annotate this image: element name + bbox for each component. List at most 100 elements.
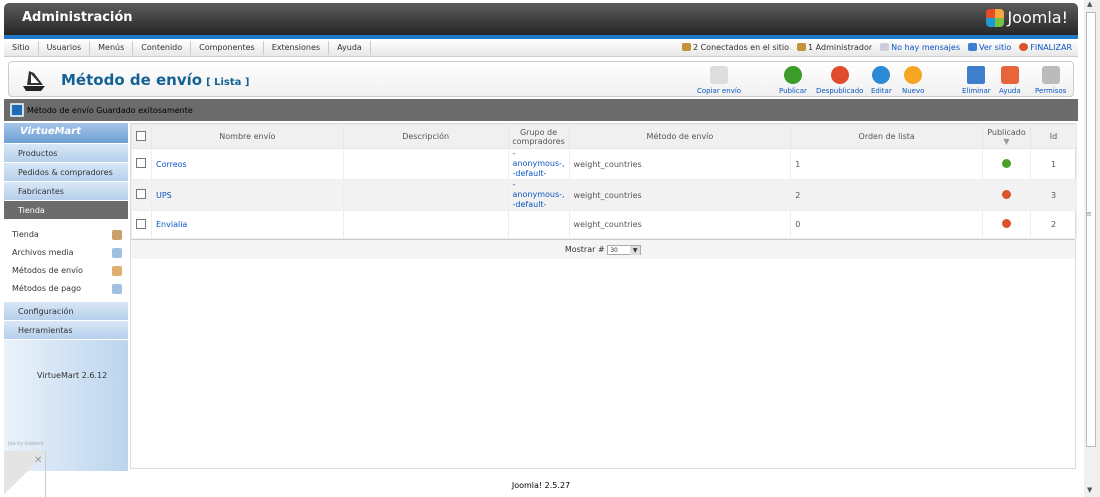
- page-subtitle: [ Lista ]: [206, 77, 250, 88]
- menu-menus[interactable]: Menús: [90, 40, 134, 55]
- edit-button[interactable]: Editar: [871, 66, 892, 95]
- close-icon[interactable]: ✕: [34, 455, 42, 466]
- sidebar-section-pedidos[interactable]: Pedidos & compradores: [4, 163, 128, 182]
- copy-button[interactable]: Copiar envío: [697, 66, 741, 95]
- col-description: Descripción: [342, 124, 509, 149]
- unpublish-button[interactable]: Despublicado: [816, 66, 863, 95]
- media-icon: [112, 248, 122, 258]
- menu-contenido[interactable]: Contenido: [133, 40, 192, 55]
- sidebar-subitems: Tienda Archivos media Métodos de envío M…: [4, 220, 128, 302]
- help-icon: [1000, 66, 1019, 84]
- status-bar: 2 Conectados en el sitio 1 Administrador…: [681, 43, 1078, 52]
- col-published[interactable]: Publicado ▼: [982, 124, 1031, 149]
- unpublished-icon[interactable]: [1002, 189, 1011, 199]
- online-status: 2 Conectados en el sitio: [681, 43, 789, 52]
- menu-sitio[interactable]: Sitio: [4, 40, 39, 55]
- delete-button[interactable]: Eliminar: [962, 66, 991, 95]
- menu-extensiones[interactable]: Extensiones: [264, 40, 330, 55]
- menu-usuarios[interactable]: Usuarios: [39, 40, 91, 55]
- list-order: 0: [790, 210, 984, 239]
- row-checkbox[interactable]: [136, 189, 147, 199]
- row-checkbox[interactable]: [136, 218, 147, 229]
- lock-icon: [1041, 66, 1060, 84]
- message-bar: Método de envío Guardado exitosamente: [4, 99, 1078, 121]
- shipment-id: 2: [1030, 210, 1077, 239]
- shipment-table: Nombre envío Descripción Grupo de compra…: [131, 124, 1077, 239]
- permissions-button[interactable]: Permisos: [1035, 66, 1066, 95]
- shipment-name-link[interactable]: UPS: [156, 191, 172, 200]
- shipment-method: weight_countries: [568, 179, 792, 211]
- published-check-icon[interactable]: [1002, 158, 1011, 168]
- view-site-link[interactable]: Ver sitio: [968, 43, 1011, 52]
- shipment-name-link[interactable]: Envialia: [156, 220, 187, 229]
- scroll-thumb[interactable]: [1086, 12, 1096, 447]
- limit-select[interactable]: 30 ▼: [607, 244, 642, 255]
- col-method: Método de envío: [568, 124, 792, 149]
- sidebar-section-fabricantes[interactable]: Fabricantes: [4, 182, 128, 201]
- admin-icon: [797, 43, 807, 51]
- payment-icon: [112, 284, 122, 294]
- shipping-ship-icon: [23, 71, 45, 91]
- built-by-text: Joo by iceberit: [8, 441, 44, 447]
- shopper-group: -default-: [512, 200, 547, 209]
- sidebar-section-tienda[interactable]: Tienda: [4, 201, 128, 220]
- admin-window: Administración Joomla! Sitio Usuarios Me…: [4, 3, 1078, 497]
- sidebar-section-productos[interactable]: Productos: [4, 144, 128, 163]
- logout-icon: [1019, 43, 1029, 51]
- publish-button[interactable]: Publicar: [779, 66, 807, 95]
- shipment-method: weight_countries: [568, 148, 792, 180]
- sidebar-item-tienda[interactable]: Tienda: [4, 226, 128, 244]
- sort-icon: ▼: [1003, 136, 1010, 146]
- virtuemart-logo: VirtueMart: [4, 123, 128, 144]
- table-row: Envialia weight_countries 0 2: [131, 210, 1077, 239]
- row-checkbox[interactable]: [136, 158, 147, 168]
- toolbar: Método de envío[ Lista ] Copiar envío Pu…: [8, 61, 1074, 97]
- monitor-icon: [968, 43, 977, 51]
- main-menu: Sitio Usuarios Menús Contenido Component…: [4, 39, 1078, 57]
- col-name[interactable]: Nombre envío: [150, 124, 344, 149]
- shopper-group: -default-: [512, 169, 547, 178]
- store-icon: [112, 230, 122, 240]
- help-button[interactable]: Ayuda: [999, 66, 1021, 95]
- shopper-group: -anonymous-,: [512, 149, 565, 168]
- truck-icon: [112, 266, 122, 276]
- table-row: Correos -anonymous-, -default- weight_cou…: [131, 148, 1077, 180]
- scroll-grip-icon: ≡: [1086, 210, 1092, 218]
- menu-ayuda[interactable]: Ayuda: [329, 40, 371, 55]
- admin-title: Administración: [22, 10, 133, 25]
- sidebar: VirtueMart Productos Pedidos & comprador…: [4, 123, 128, 471]
- chevron-down-icon: ▼: [630, 245, 641, 255]
- shipment-id: 1: [1030, 148, 1077, 180]
- joomla-brand: Joomla!: [1007, 8, 1068, 27]
- sidebar-item-media[interactable]: Archivos media: [4, 244, 128, 262]
- col-id[interactable]: Id: [1030, 124, 1077, 149]
- scroll-up-icon[interactable]: ▲: [1087, 0, 1092, 8]
- scroll-down-icon[interactable]: ▼: [1087, 486, 1092, 494]
- list-order: 2: [790, 179, 984, 211]
- select-all-checkbox[interactable]: [136, 130, 147, 141]
- shipment-description: [342, 179, 509, 211]
- messages-link[interactable]: No hay mensajes: [880, 43, 960, 52]
- menu-componentes[interactable]: Componentes: [191, 40, 264, 55]
- virtuemart-version: VirtueMart 2.6.12: [37, 371, 108, 380]
- sidebar-item-envio[interactable]: Métodos de envío: [4, 262, 128, 280]
- sidebar-section-configuracion[interactable]: Configuración: [4, 302, 128, 321]
- logout-link[interactable]: FINALIZAR: [1019, 43, 1072, 52]
- save-icon: [10, 103, 24, 117]
- shipment-id: 3: [1030, 179, 1077, 211]
- table-row: UPS -anonymous-, -default- weight_countri…: [131, 179, 1077, 211]
- new-button[interactable]: Nuevo: [902, 66, 924, 95]
- unpublish-icon: [830, 66, 849, 84]
- top-header: Administración Joomla!: [4, 3, 1078, 35]
- trash-icon: [967, 66, 986, 84]
- unpublished-icon[interactable]: [1002, 219, 1011, 228]
- sidebar-item-pago[interactable]: Métodos de pago: [4, 280, 128, 298]
- col-order[interactable]: Orden de lista: [790, 124, 984, 149]
- shipment-name-link[interactable]: Correos: [156, 160, 187, 169]
- page-scrollbar[interactable]: ▲ ≡ ▼: [1084, 0, 1100, 497]
- shipment-description: [342, 210, 509, 239]
- copy-icon: [710, 66, 729, 84]
- joomla-icon: [986, 8, 1005, 27]
- users-icon: [681, 43, 691, 51]
- sidebar-section-herramientas[interactable]: Herramientas: [4, 321, 128, 340]
